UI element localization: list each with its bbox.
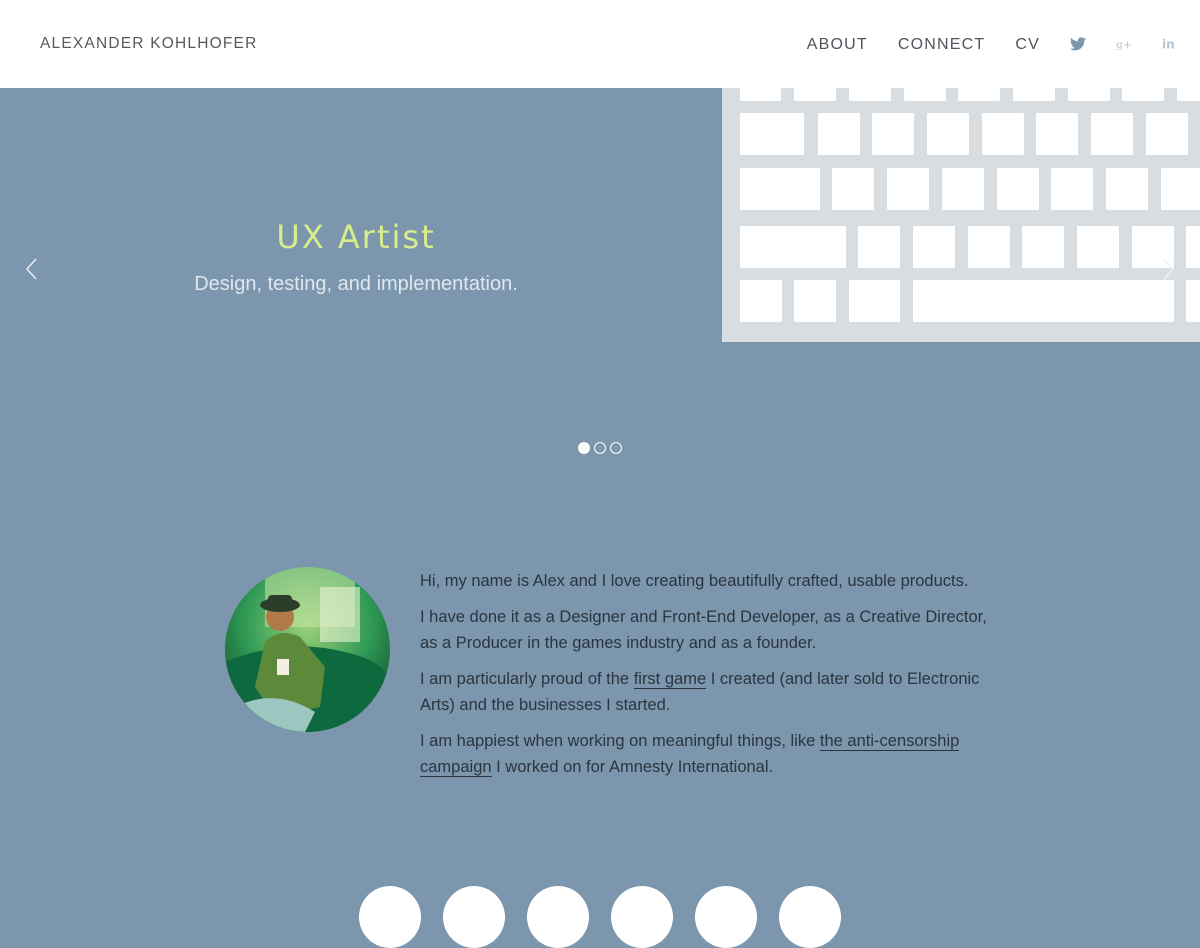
circle-badge[interactable] [443,886,505,948]
carousel-dot-1[interactable] [578,442,590,454]
keyboard-image [722,88,1200,342]
twitter-icon[interactable] [1070,36,1086,52]
nav-link-connect[interactable]: CONNECT [898,35,986,53]
hero-carousel: UX Artist Design, testing, and implement… [0,88,1200,468]
about-paragraph-3-text: I am particularly proud of the [420,670,634,688]
site-brand-link[interactable]: ALEXANDER KOHLHOFER [40,35,257,53]
carousel-dot-2[interactable] [594,442,606,454]
circle-badge[interactable] [527,886,589,948]
google-plus-icon[interactable]: g+ [1116,36,1132,52]
about-paragraph-3: I am particularly proud of the first gam… [420,666,995,718]
svg-text:in: in [1162,38,1175,51]
bottom-circle-row [359,886,863,948]
about-text: Hi, my name is Alex and I love creating … [420,568,995,790]
avatar [225,567,390,732]
linkedin-icon[interactable]: in [1162,36,1178,52]
about-paragraph-4-text-end: I worked on for Amnesty International. [491,758,774,776]
about-paragraph-4: I am happiest when working on meaningful… [420,728,995,780]
main-nav: ABOUT CONNECT CV g+ in [777,0,1178,88]
circle-badge[interactable] [611,886,673,948]
chevron-left-icon [25,258,37,280]
carousel-indicators [0,442,1200,454]
chevron-right-icon [1163,258,1175,280]
carousel-dot-3[interactable] [610,442,622,454]
svg-text:g+: g+ [1116,38,1132,51]
nav-link-cv[interactable]: CV [1015,35,1040,53]
site-header: ALEXANDER KOHLHOFER ABOUT CONNECT CV g+ … [0,0,1200,88]
about-paragraph-1: Hi, my name is Alex and I love creating … [420,572,969,590]
carousel-prev-button[interactable] [22,256,42,282]
slide-subtitle: Design, testing, and implementation. [194,273,518,295]
first-game-link[interactable]: first game [633,670,707,689]
circle-badge[interactable] [359,886,421,948]
circle-badge[interactable] [695,886,757,948]
circle-badge[interactable] [779,886,841,948]
nav-link-about[interactable]: ABOUT [807,35,868,53]
carousel-next-button[interactable] [1158,256,1178,282]
about-paragraph-4-text: I am happiest when working on meaningful… [420,732,820,750]
slide-title: UX Artist [276,218,436,256]
about-paragraph-2: I have done it as a Designer and Front-E… [420,608,987,652]
